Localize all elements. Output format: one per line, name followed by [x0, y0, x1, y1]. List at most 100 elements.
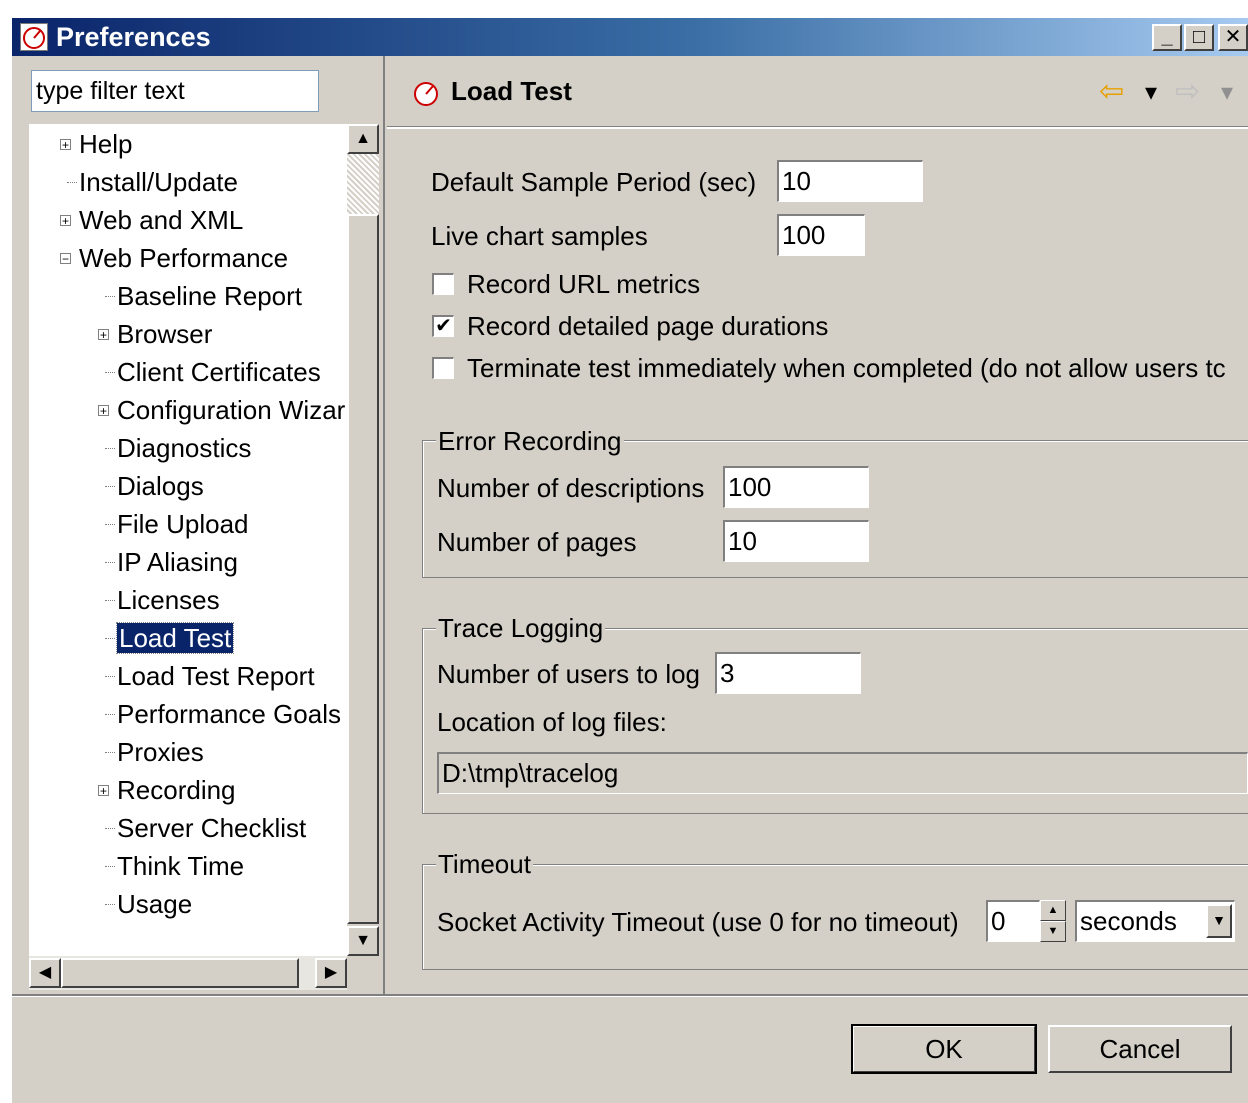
- minimize-button[interactable]: _: [1152, 24, 1182, 51]
- stopwatch-icon: [411, 78, 441, 108]
- live-chart-samples-label: Live chart samples: [431, 221, 648, 251]
- maximize-button[interactable]: □: [1184, 24, 1214, 51]
- number-of-descriptions-input[interactable]: 100: [723, 466, 869, 508]
- tree-item-label: Install/Update: [79, 167, 238, 197]
- tree-item-label: Baseline Report: [117, 281, 302, 311]
- log-location-field[interactable]: D:\tmp\tracelog: [437, 752, 1248, 794]
- tree-item-label: Dialogs: [117, 471, 204, 501]
- tree-item[interactable]: Performance Goals: [105, 696, 341, 732]
- expand-icon[interactable]: +: [60, 215, 71, 227]
- tree-item[interactable]: IP Aliasing: [105, 544, 238, 580]
- collapse-icon[interactable]: −: [60, 253, 71, 265]
- tree-item[interactable]: Load Test: [105, 620, 235, 656]
- tree-item[interactable]: + Recording: [98, 772, 236, 808]
- tree-item[interactable]: File Upload: [105, 506, 249, 542]
- tree-item[interactable]: Usage: [105, 886, 193, 922]
- spinner-down-icon[interactable]: ▼: [1040, 921, 1066, 942]
- forward-arrow-icon[interactable]: ⇨: [1175, 74, 1200, 109]
- terminate-test-checkbox[interactable]: [432, 357, 454, 379]
- tree-connector: [105, 600, 115, 601]
- tree-vertical-scrollbar[interactable]: ▲ ▼: [347, 124, 379, 956]
- tree-item[interactable]: Think Time: [105, 848, 245, 884]
- tree-connector: [67, 182, 77, 183]
- live-chart-samples-input[interactable]: 100: [777, 214, 865, 256]
- record-url-metrics-checkbox[interactable]: [432, 273, 454, 295]
- scroll-track[interactable]: [347, 154, 379, 214]
- window-title: Preferences: [56, 22, 211, 52]
- tree-item[interactable]: + Help: [60, 126, 133, 162]
- ok-button[interactable]: OK: [851, 1024, 1037, 1074]
- tree-item[interactable]: Licenses: [105, 582, 220, 618]
- record-detailed-page-durations-label[interactable]: Record detailed page durations: [467, 309, 828, 343]
- pane-divider[interactable]: [383, 56, 385, 996]
- scroll-thumb[interactable]: [347, 214, 379, 924]
- filter-input[interactable]: type filter text: [31, 70, 319, 112]
- trace-logging-title: Trace Logging: [436, 613, 606, 643]
- socket-timeout-input[interactable]: 0: [986, 900, 1040, 942]
- tree-item[interactable]: Install/Update: [67, 164, 238, 200]
- scroll-right-button[interactable]: ▶: [315, 958, 347, 988]
- tree-item-label: Configuration Wizar: [117, 395, 346, 425]
- tree-item[interactable]: Dialogs: [105, 468, 204, 504]
- expand-icon[interactable]: +: [98, 785, 109, 797]
- tree-item[interactable]: + Configuration Wizar: [98, 392, 346, 428]
- tree-item[interactable]: + Web and XML: [60, 202, 243, 238]
- title-bar[interactable]: Preferences _ □ ✕: [12, 18, 1248, 56]
- number-of-users-to-log-label: Number of users to log: [437, 659, 701, 689]
- page-title: Load Test: [451, 76, 572, 106]
- expand-icon[interactable]: +: [98, 405, 109, 417]
- preference-tree[interactable]: + Help Install/Update + Web and XML − Web Perf…: [29, 124, 347, 956]
- tree-connector: [105, 486, 115, 487]
- hscroll-thumb[interactable]: [61, 958, 299, 988]
- tree-item-label: Browser: [117, 319, 213, 349]
- tree-horizontal-scrollbar[interactable]: ◀ ▶: [29, 956, 347, 990]
- tree-item-label: Help: [79, 129, 133, 159]
- tree-connector: [105, 638, 115, 639]
- expand-icon[interactable]: +: [60, 139, 71, 151]
- tree-item[interactable]: Load Test Report: [105, 658, 315, 694]
- tree-item-label: Think Time: [117, 851, 245, 881]
- tree-item[interactable]: Client Certificates: [105, 354, 321, 390]
- default-sample-period-label: Default Sample Period (sec): [431, 167, 757, 197]
- footer-separator: [12, 994, 1248, 997]
- cancel-button[interactable]: Cancel: [1048, 1025, 1232, 1073]
- tree-item[interactable]: + Browser: [98, 316, 213, 352]
- record-url-metrics-label[interactable]: Record URL metrics: [467, 267, 700, 301]
- tree-item-label: Licenses: [117, 585, 220, 615]
- default-sample-period-input[interactable]: 10: [777, 160, 923, 202]
- spinner-up-icon[interactable]: ▲: [1040, 900, 1066, 921]
- back-history-dropdown-icon[interactable]: ▾: [1145, 78, 1157, 107]
- number-of-pages-input[interactable]: 10: [723, 520, 869, 562]
- tree-connector: [105, 904, 115, 905]
- tree-item[interactable]: Baseline Report: [105, 278, 302, 314]
- record-detailed-page-durations-checkbox[interactable]: ✔: [432, 315, 454, 337]
- tree-item[interactable]: Diagnostics: [105, 430, 252, 466]
- tree-connector: [105, 372, 115, 373]
- forward-history-dropdown-icon[interactable]: ▾: [1221, 78, 1233, 107]
- terminate-test-label[interactable]: Terminate test immediately when complete…: [467, 351, 1226, 385]
- scroll-up-button[interactable]: ▲: [347, 124, 379, 154]
- timeout-unit-select[interactable]: seconds ▼: [1075, 900, 1235, 942]
- stopwatch-icon: [20, 23, 48, 51]
- tree-connector: [105, 448, 115, 449]
- timeout-title: Timeout: [436, 849, 533, 879]
- tree-item[interactable]: Server Checklist: [105, 810, 306, 846]
- socket-activity-timeout-label: Socket Activity Timeout (use 0 for no ti…: [437, 907, 959, 937]
- scroll-down-button[interactable]: ▼: [347, 926, 379, 956]
- timeout-spinner[interactable]: ▲ ▼: [1040, 900, 1066, 942]
- scroll-left-button[interactable]: ◀: [29, 958, 61, 988]
- back-arrow-icon[interactable]: ⇦: [1099, 74, 1124, 109]
- tree-item-label: Usage: [117, 889, 193, 919]
- tree-item-label: Performance Goals: [117, 699, 341, 729]
- tree-item[interactable]: − Web Performance: [60, 240, 289, 276]
- close-button[interactable]: ✕: [1218, 24, 1248, 51]
- number-of-users-to-log-input[interactable]: 3: [715, 652, 861, 694]
- tree-item-label: Diagnostics: [117, 433, 252, 463]
- error-recording-title: Error Recording: [436, 426, 624, 456]
- tree-item-label: Proxies: [117, 737, 204, 767]
- tree-item-label: Web Performance: [79, 243, 289, 273]
- tree-item[interactable]: Proxies: [105, 734, 204, 770]
- dropdown-arrow-icon[interactable]: ▼: [1206, 904, 1232, 938]
- tree-connector: [105, 714, 115, 715]
- expand-icon[interactable]: +: [98, 329, 109, 341]
